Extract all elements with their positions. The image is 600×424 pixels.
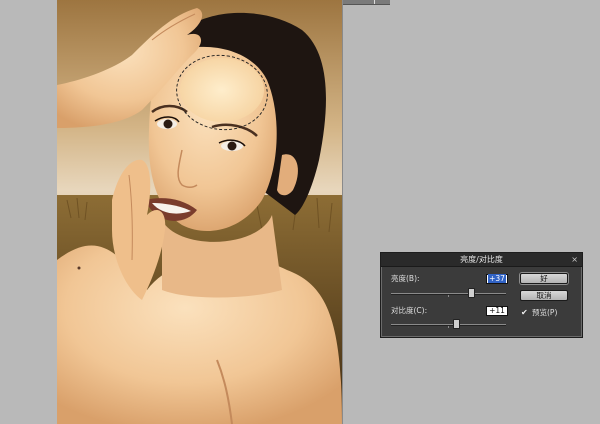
dialog-title-bar[interactable]: 亮度/对比度 × bbox=[381, 253, 582, 267]
brightness-label: 亮度(B): bbox=[391, 274, 420, 283]
checkbox-checked-icon[interactable]: ✔ bbox=[521, 309, 529, 317]
contrast-input[interactable]: +11 bbox=[486, 306, 508, 316]
cancel-button[interactable]: 取消 bbox=[520, 290, 568, 301]
brightness-slider-thumb[interactable] bbox=[468, 288, 475, 298]
ok-button[interactable]: 好 bbox=[520, 273, 568, 284]
brightness-slider-center-tick bbox=[448, 295, 449, 297]
workspace: 亮度/对比度 × 亮度(B): +37 对比度(C): +11 好 取消 ✔ 预… bbox=[0, 0, 600, 424]
preview-label[interactable]: 预览(P) bbox=[532, 308, 557, 318]
brightness-contrast-dialog: 亮度/对比度 × 亮度(B): +37 对比度(C): +11 好 取消 ✔ 预… bbox=[380, 252, 583, 338]
close-icon[interactable]: × bbox=[571, 253, 578, 266]
contrast-slider-center-tick bbox=[448, 326, 449, 328]
contrast-slider-thumb[interactable] bbox=[453, 319, 460, 329]
brightness-value: +37 bbox=[488, 274, 506, 283]
brightness-input[interactable]: +37 bbox=[486, 274, 508, 284]
dialog-title: 亮度/对比度 bbox=[460, 255, 503, 264]
contrast-label: 对比度(C): bbox=[391, 306, 428, 315]
